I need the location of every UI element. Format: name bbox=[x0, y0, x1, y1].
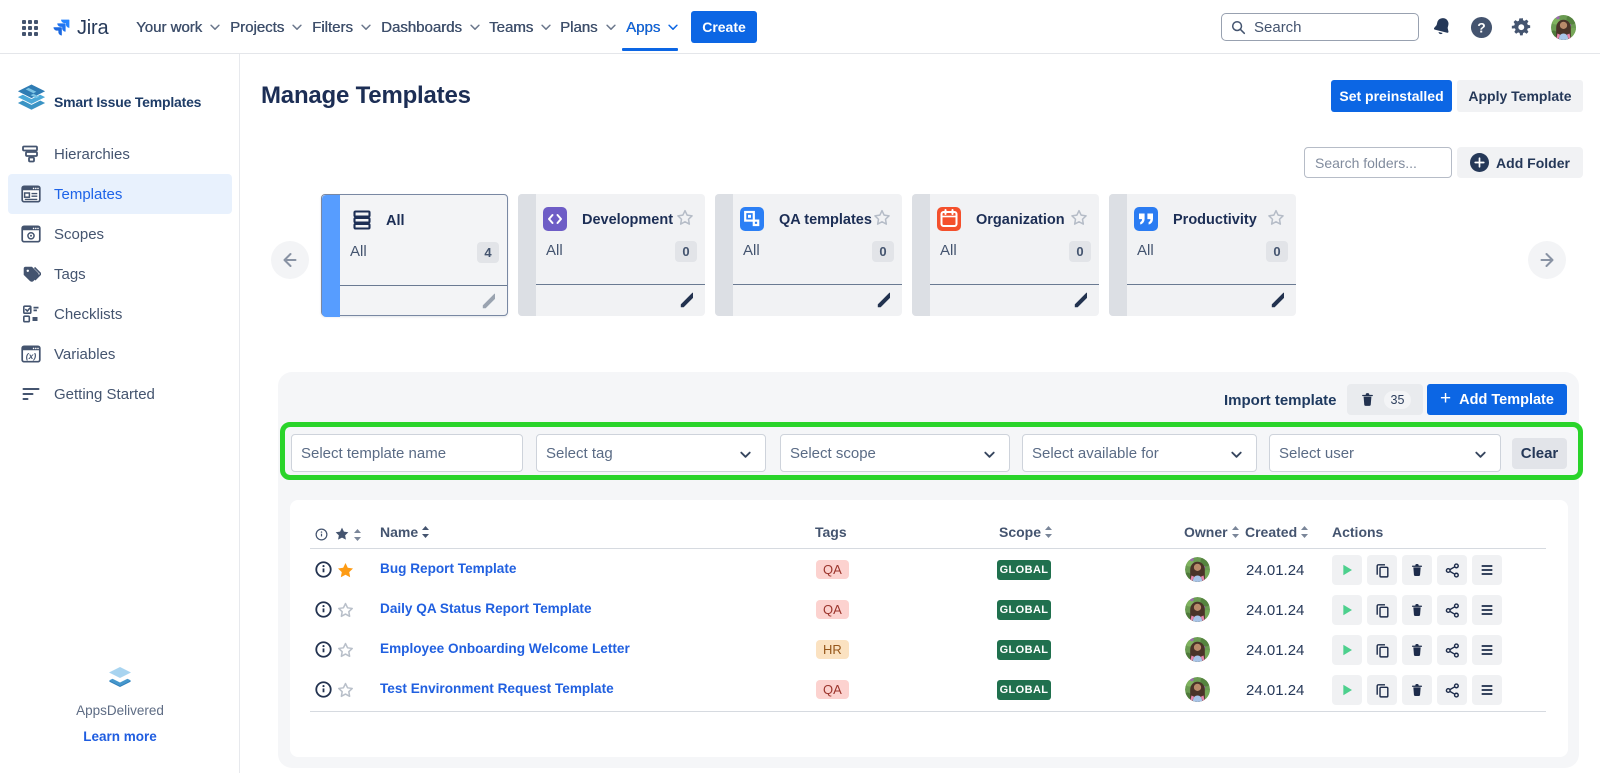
svg-text:(x): (x) bbox=[26, 351, 37, 361]
svg-text:?: ? bbox=[1477, 19, 1485, 35]
